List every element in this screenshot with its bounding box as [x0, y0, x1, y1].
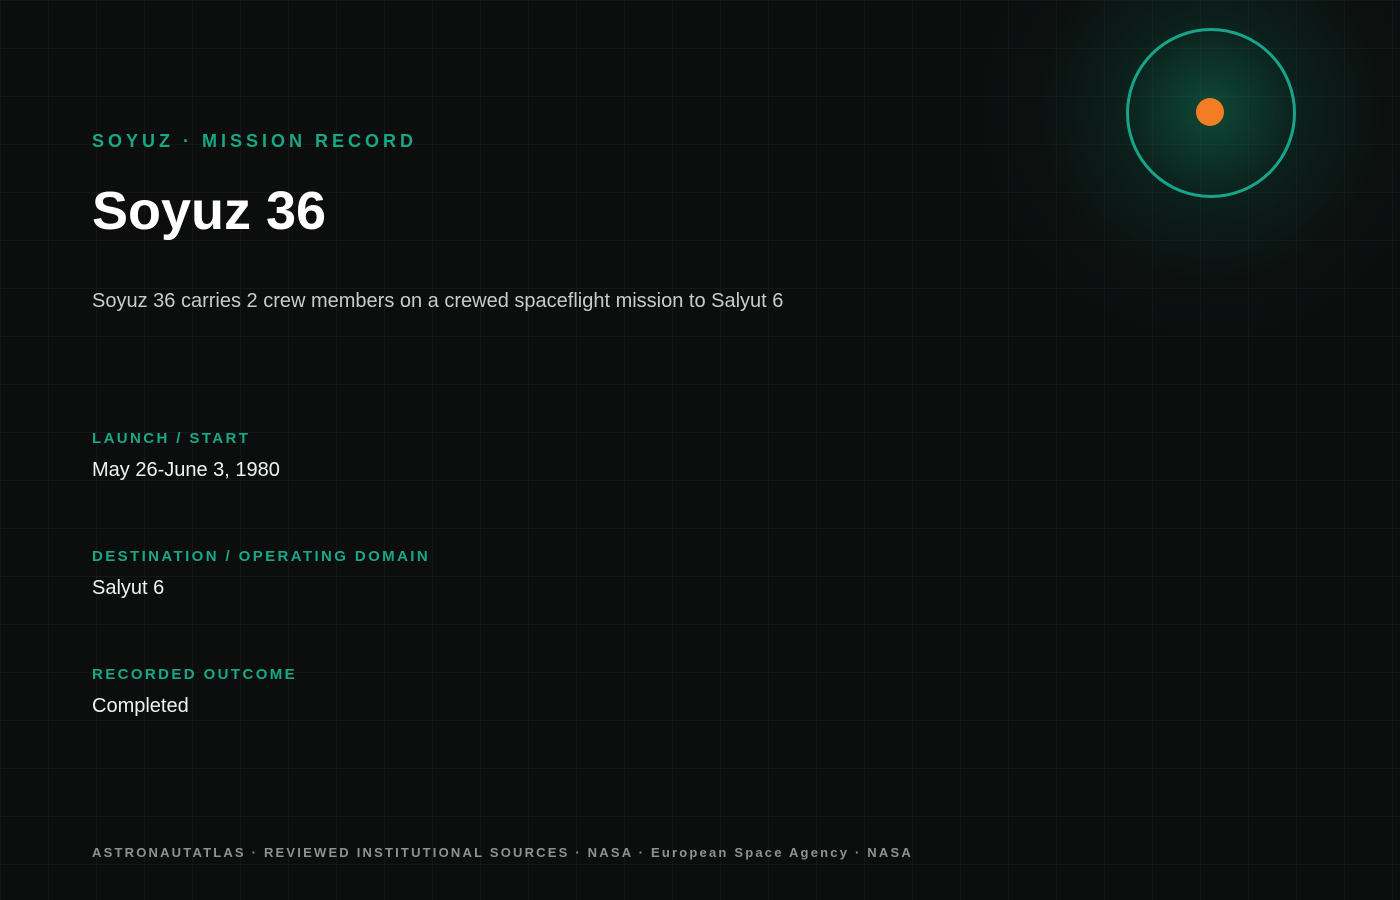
planet-dot-icon [1196, 98, 1224, 126]
page-title: Soyuz 36 [92, 181, 327, 241]
mission-description: Soyuz 36 carries 2 crew members on a cre… [92, 290, 784, 312]
destination-value: Salyut 6 [92, 577, 165, 599]
outcome-label: RECORDED OUTCOME [92, 666, 298, 683]
outcome-value: Completed [92, 695, 189, 717]
section-eyebrow: SOYUZ · MISSION RECORD [92, 131, 418, 151]
sources-footer: ASTRONAUTATLAS · REVIEWED INSTITUTIONAL … [92, 845, 913, 860]
launch-label: LAUNCH / START [92, 430, 251, 447]
destination-label: DESTINATION / OPERATING DOMAIN [92, 548, 431, 565]
launch-value: May 26-June 3, 1980 [92, 459, 280, 481]
